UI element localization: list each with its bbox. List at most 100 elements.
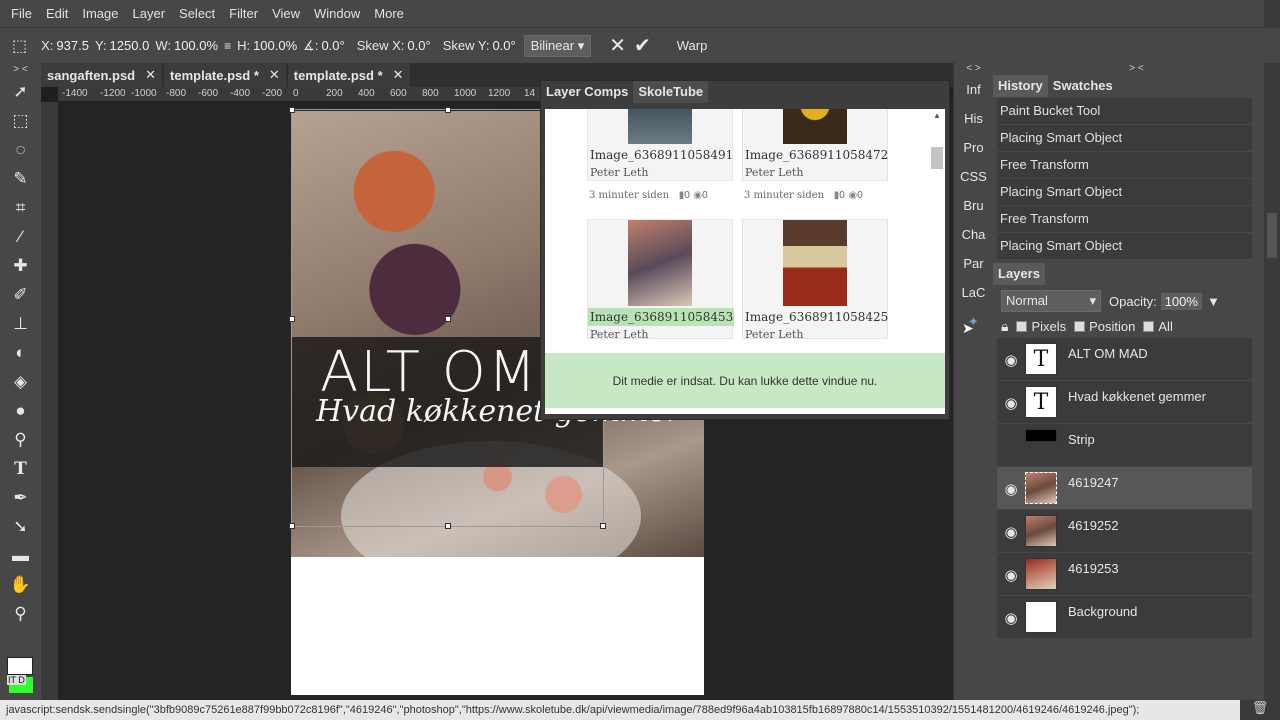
tab-layer-comps[interactable]: Layer Comps (541, 81, 633, 103)
blend-mode-select[interactable]: Normal ▾ (1001, 290, 1101, 312)
history-item[interactable]: Placing Smart Object (997, 233, 1252, 259)
media-name[interactable]: Image_6368911058472... (743, 146, 889, 164)
opacity-field[interactable]: 100% (1160, 292, 1202, 310)
tab-history[interactable]: History (993, 75, 1048, 97)
media-card[interactable]: Image_6368911058425... Peter Leth (742, 219, 889, 341)
dock-properties[interactable]: Pro (954, 133, 993, 162)
menu-file[interactable]: File (4, 6, 39, 21)
scroll-thumb[interactable] (931, 147, 943, 169)
history-item[interactable]: Paint Bucket Tool (997, 98, 1252, 124)
foreground-color[interactable] (7, 657, 33, 675)
commit-transform-icon[interactable]: ✔ (634, 33, 651, 58)
swap-colors-label[interactable]: IT D (7, 675, 26, 685)
move-tool-icon[interactable]: ➚ (0, 77, 41, 106)
height-field[interactable]: H: 100.0% (237, 38, 297, 53)
menu-filter[interactable]: Filter (222, 6, 265, 21)
menu-more[interactable]: More (367, 6, 411, 21)
tab-swatches[interactable]: Swatches (1048, 75, 1118, 97)
type-tool-icon[interactable]: T (0, 454, 41, 483)
doc-tab-template-2[interactable]: template.psd * ✕ (287, 63, 410, 87)
scroll-up-icon[interactable]: ▲ (931, 111, 943, 120)
scroll-thumb[interactable] (1267, 213, 1277, 258)
transform-handle[interactable] (600, 523, 606, 529)
magic-wand-tool-icon[interactable]: ✎ (0, 164, 41, 193)
menu-layer[interactable]: Layer (126, 6, 173, 21)
menu-image[interactable]: Image (75, 6, 125, 21)
pen-tool-icon[interactable]: ✒ (0, 483, 41, 512)
history-item[interactable]: Placing Smart Object (997, 179, 1252, 205)
dodge-tool-icon[interactable]: ⚲ (0, 425, 41, 454)
eyedropper-tool-icon[interactable]: ⁄ (0, 222, 41, 251)
panel-scrollbar[interactable] (1264, 63, 1280, 700)
color-swatches[interactable]: IT D (5, 655, 35, 695)
dock-history[interactable]: His (954, 104, 993, 133)
dock-info[interactable]: Inf (954, 75, 993, 104)
layer-row[interactable]: ◉ T Hvad køkkenet gemmer (997, 381, 1252, 424)
close-icon[interactable]: ✕ (269, 67, 280, 83)
transform-handle[interactable] (289, 107, 295, 113)
lock-position-checkbox[interactable] (1074, 321, 1086, 332)
delete-layer-icon[interactable]: 🗑︎ (1240, 700, 1280, 720)
rotation-field[interactable]: ∡: 0.0° (303, 38, 345, 54)
media-name[interactable]: Image_6368911058491... (588, 146, 734, 164)
brush-tool-icon[interactable]: ✐ (0, 280, 41, 309)
layer-row[interactable]: ◉ 4619247 (997, 467, 1252, 510)
lock-all-checkbox[interactable] (1143, 321, 1155, 332)
history-item[interactable]: Placing Smart Object (997, 125, 1252, 151)
panels-toggle[interactable]: > < (993, 63, 1280, 75)
dock-character[interactable]: Cha (954, 220, 993, 249)
media-card[interactable]: Image_6368911058491... Peter Leth (587, 109, 734, 181)
panel-scrollbar[interactable]: ▲ (931, 111, 943, 351)
crop-tool-icon[interactable]: ⌗ (0, 193, 41, 222)
dock-css[interactable]: CSS (954, 162, 993, 191)
eye-icon[interactable]: ◉ (997, 510, 1025, 553)
dock-paragraph[interactable]: Par (954, 249, 993, 278)
interpolation-select[interactable]: Bilinear ▾ (523, 34, 592, 57)
marquee-tool-icon[interactable]: ⬚ (0, 106, 41, 135)
skew-x-field[interactable]: Skew X: 0.0° (357, 38, 431, 53)
link-icon[interactable]: ≡ (224, 39, 231, 53)
transform-handle[interactable] (445, 107, 451, 113)
transform-handle[interactable] (289, 316, 295, 322)
history-item[interactable]: Free Transform (997, 206, 1252, 232)
hand-tool-icon[interactable]: ✋ (0, 570, 41, 599)
menu-select[interactable]: Select (172, 6, 222, 21)
skew-y-field[interactable]: Skew Y: 0.0° (443, 38, 516, 53)
close-icon[interactable]: ✕ (393, 67, 404, 83)
layer-row[interactable]: ◉ 4619252 (997, 510, 1252, 553)
eye-icon[interactable]: ◉ (997, 381, 1025, 424)
transform-handle[interactable] (289, 523, 295, 529)
healing-tool-icon[interactable]: ✚ (0, 251, 41, 280)
lock-pixels-checkbox[interactable] (1016, 321, 1028, 332)
eye-icon[interactable]: ◉ (997, 338, 1025, 381)
doc-tab-sangaften[interactable]: sangaften.psd ✕ (41, 63, 163, 87)
eye-icon[interactable]: ◉ (997, 553, 1025, 596)
dock-layer-comps[interactable]: LaC (954, 278, 993, 307)
stamp-tool-icon[interactable]: ⊥ (0, 309, 41, 338)
menu-window[interactable]: Window (307, 6, 367, 21)
transform-handle[interactable] (445, 523, 451, 529)
media-card[interactable]: Image_6368911058472... Peter Leth (742, 109, 889, 181)
transform-handle[interactable] (445, 316, 451, 322)
eye-icon[interactable]: ◉ (997, 596, 1025, 639)
layer-row[interactable]: ◉ T ALT OM MAD (997, 338, 1252, 381)
dock-brush[interactable]: Bru (954, 191, 993, 220)
paint-bucket-tool-icon[interactable]: ◈ (0, 367, 41, 396)
media-card[interactable]: Image_6368911058453... Peter Leth (587, 219, 734, 341)
menu-view[interactable]: View (265, 6, 307, 21)
zoom-tool-icon[interactable]: ⚲ (0, 599, 41, 628)
shape-tool-icon[interactable]: ▬ (0, 541, 41, 570)
blur-tool-icon[interactable]: ● (0, 396, 41, 425)
lasso-tool-icon[interactable]: ◌ (0, 135, 41, 164)
tab-skoletube[interactable]: SkoleTube (633, 81, 709, 103)
media-name[interactable]: Image_6368911058453... (588, 308, 734, 326)
eye-icon[interactable]: ◉ (997, 467, 1025, 510)
doc-tab-template-1[interactable]: template.psd * ✕ (164, 63, 286, 87)
y-field[interactable]: Y: 1250.0 (95, 38, 149, 53)
tools-toggle[interactable]: > < (0, 63, 41, 77)
page-scrollbar[interactable] (1264, 0, 1280, 27)
close-icon[interactable]: ✕ (145, 67, 156, 83)
media-name[interactable]: Image_6368911058425... (743, 308, 889, 326)
eraser-tool-icon[interactable]: ◐ (0, 338, 41, 367)
layer-row[interactable]: ◉ Strip (997, 424, 1252, 467)
